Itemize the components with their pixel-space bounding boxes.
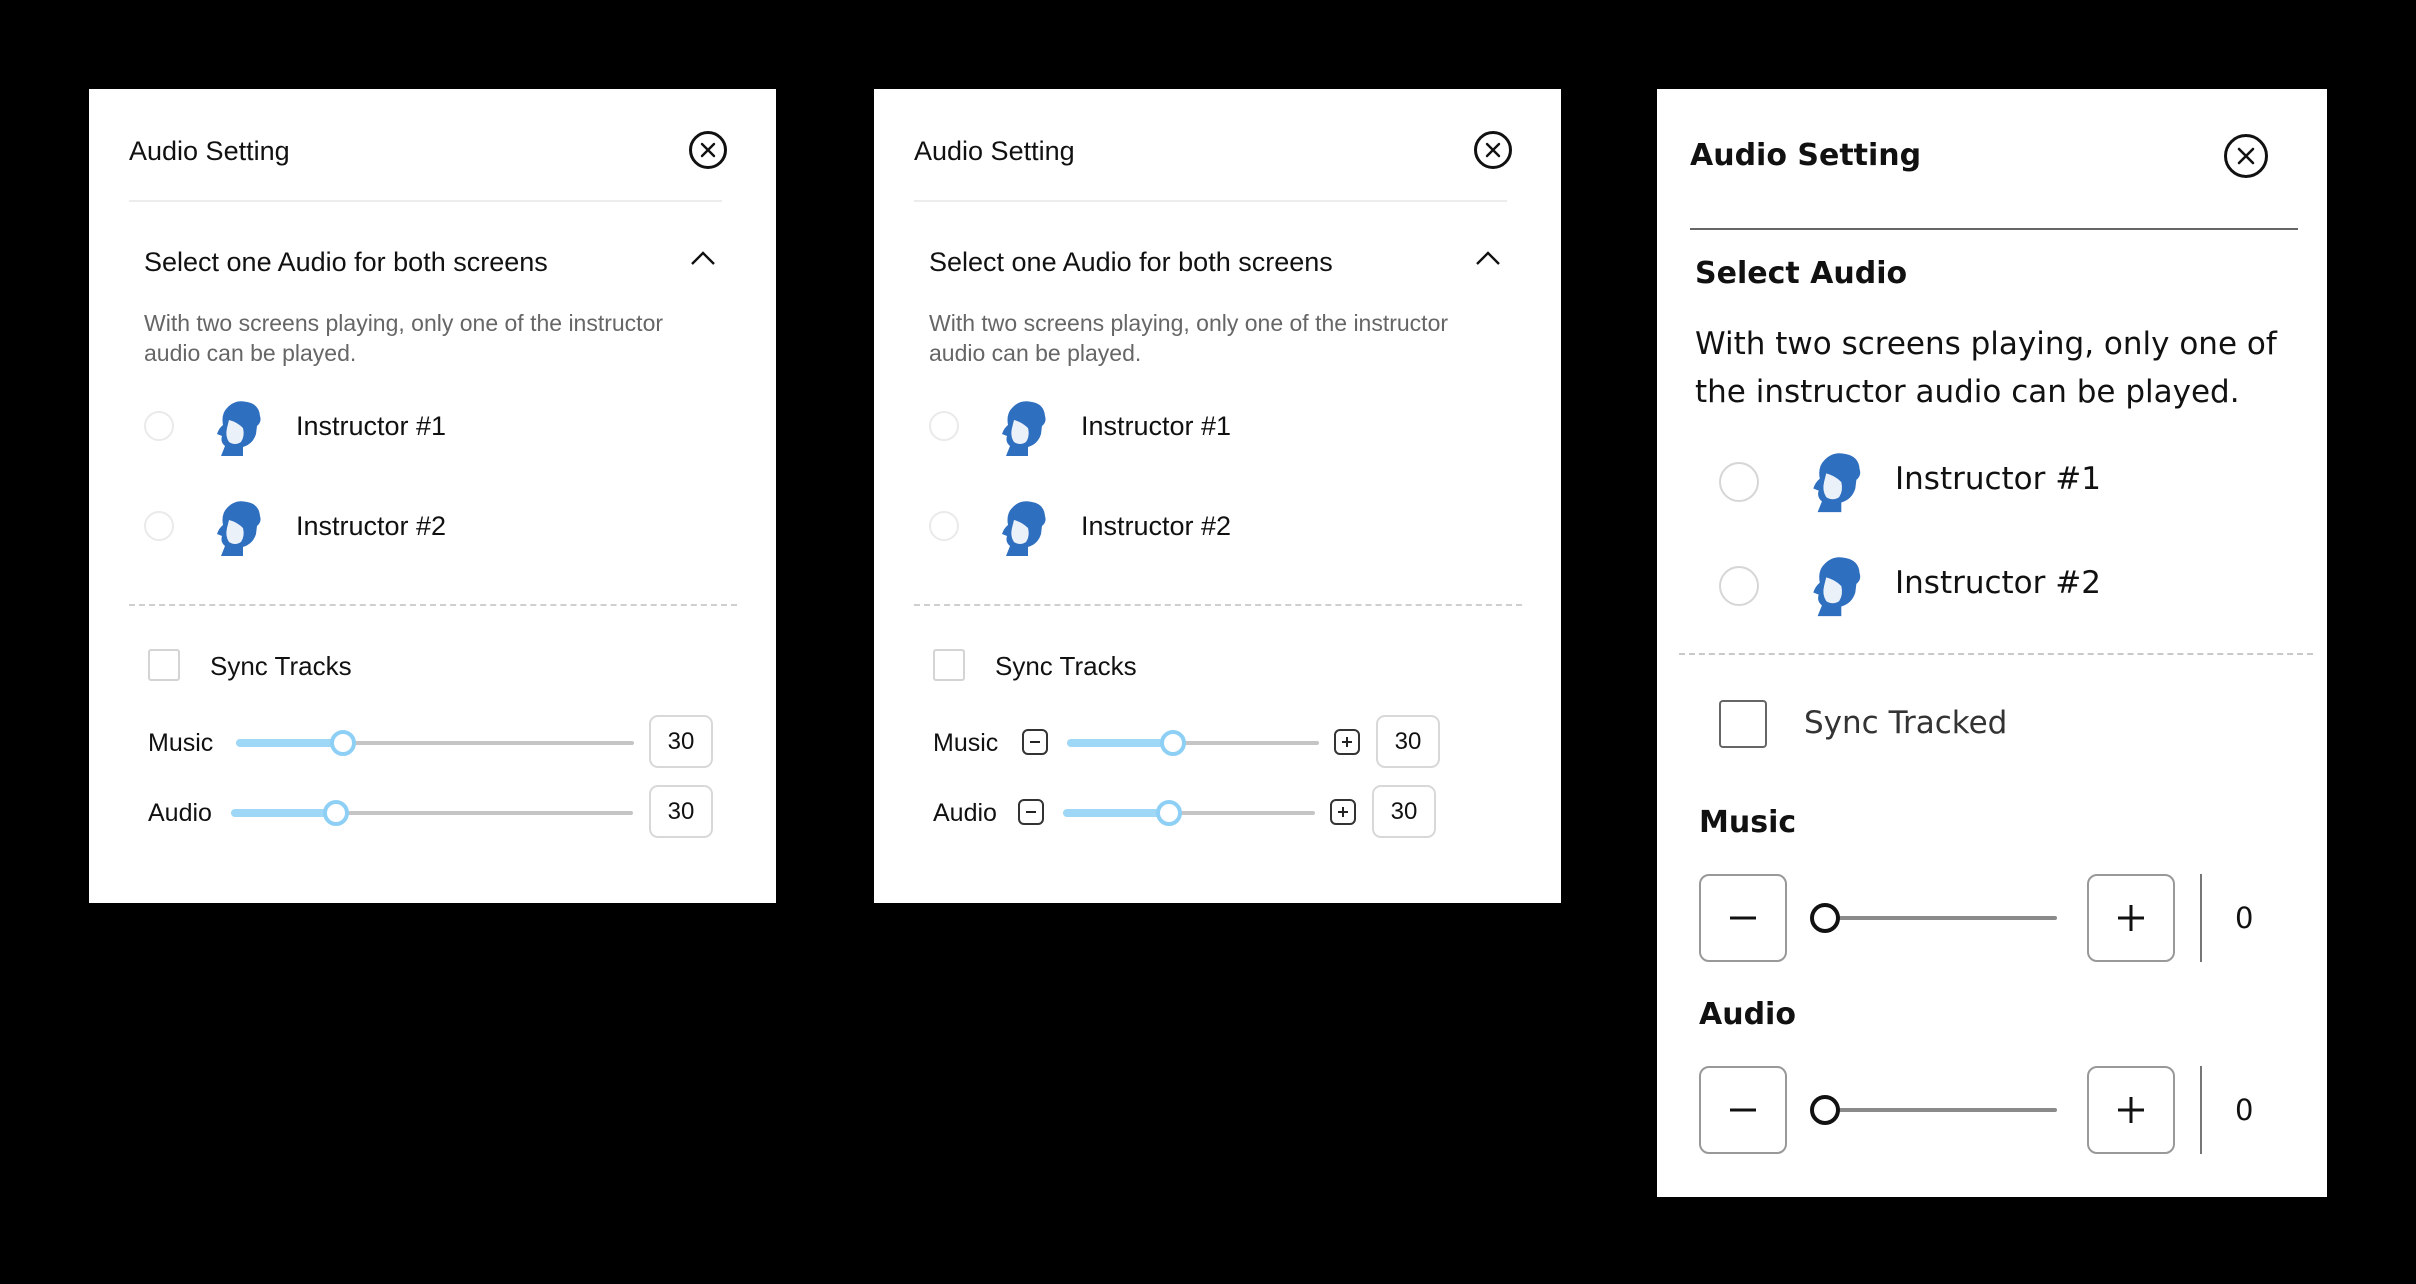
instructor-1-radio[interactable] — [144, 411, 174, 441]
audio-settings-panel-1: Audio Setting Select one Audio for both … — [89, 89, 776, 903]
instructor-2-label: Instructor #2 — [296, 511, 447, 541]
instructor-1-label: Instructor #1 — [1895, 461, 2101, 497]
slider-fill — [1067, 739, 1173, 747]
sync-tracks-checkbox[interactable] — [148, 649, 180, 681]
instructor-2-radio[interactable] — [144, 511, 174, 541]
plus-icon — [1342, 737, 1352, 747]
panel-title: Audio Setting — [1690, 138, 1922, 173]
section-description: With two screens playing, only one of th… — [1695, 326, 2277, 410]
section-description: With two screens playing, only one of th… — [929, 310, 1449, 366]
audio-slider[interactable] — [231, 800, 633, 826]
instructor-1-label: Instructor #1 — [296, 411, 447, 441]
audio-increase-button[interactable] — [1330, 799, 1356, 825]
header-divider — [1690, 228, 2298, 230]
music-slider[interactable] — [236, 730, 634, 756]
instructor-avatar — [217, 401, 261, 456]
sync-tracked-label: Sync Tracked — [1804, 705, 2008, 741]
instructor-avatar — [217, 501, 261, 556]
sync-tracks-checkbox[interactable] — [933, 649, 965, 681]
close-button[interactable] — [689, 131, 727, 169]
audio-value[interactable]: 30 — [649, 785, 713, 838]
minus-icon — [1030, 741, 1040, 743]
instructor-2-radio[interactable] — [929, 511, 959, 541]
audio-decrease-button[interactable] — [1018, 799, 1044, 825]
minus-icon — [1026, 811, 1036, 813]
music-increase-button[interactable] — [2087, 874, 2175, 962]
music-value: 0 — [2235, 901, 2254, 935]
sync-tracked-checkbox[interactable] — [1719, 700, 1767, 748]
plus-icon — [2118, 905, 2144, 931]
section-divider — [129, 604, 737, 606]
minus-icon — [1730, 1108, 1756, 1112]
audio-slider[interactable] — [1810, 1095, 2057, 1125]
plus-icon — [1338, 807, 1348, 817]
slider-thumb[interactable] — [322, 800, 349, 826]
music-increase-button[interactable] — [1334, 729, 1360, 755]
sync-tracks-label: Sync Tracks — [995, 651, 1137, 681]
panel-title: Audio Setting — [129, 136, 290, 166]
slider-thumb[interactable] — [1155, 800, 1182, 826]
music-label: Music — [1699, 805, 1797, 840]
instructor-1-label: Instructor #1 — [1081, 411, 1232, 441]
slider-fill — [231, 809, 336, 817]
header-divider — [914, 200, 1507, 202]
music-slider[interactable] — [1067, 730, 1319, 756]
instructor-avatar — [1813, 557, 1861, 617]
music-decrease-button[interactable] — [1022, 729, 1048, 755]
music-slider[interactable] — [1810, 903, 2057, 933]
close-icon — [2237, 147, 2255, 165]
slider-fill — [1063, 809, 1169, 817]
section-description: With two screens playing, only one of th… — [144, 310, 664, 366]
audio-settings-panel-2: Audio Setting Select one Audio for both … — [874, 89, 1561, 903]
music-label: Music — [148, 729, 214, 757]
audio-label: Audio — [933, 799, 997, 827]
minus-icon — [1730, 916, 1756, 920]
audio-increase-button[interactable] — [2087, 1066, 2175, 1154]
section-divider — [1679, 653, 2313, 655]
audio-label: Audio — [148, 799, 212, 827]
section-title: Select one Audio for both screens — [929, 247, 1333, 277]
chevron-up-icon[interactable] — [689, 249, 717, 267]
section-divider — [914, 604, 1522, 606]
section-title: Select one Audio for both screens — [144, 247, 548, 277]
slider-thumb[interactable] — [1159, 730, 1186, 756]
sync-tracks-label: Sync Tracks — [210, 651, 352, 681]
instructor-avatar — [1002, 401, 1046, 456]
chevron-up-icon[interactable] — [1474, 249, 1502, 267]
music-value[interactable]: 30 — [649, 715, 713, 768]
audio-slider[interactable] — [1063, 800, 1315, 826]
music-value[interactable]: 30 — [1376, 715, 1440, 768]
instructor-1-radio[interactable] — [929, 411, 959, 441]
slider-thumb[interactable] — [1810, 903, 1840, 933]
instructor-avatar — [1002, 501, 1046, 556]
audio-value[interactable]: 30 — [1372, 785, 1436, 838]
slider-thumb[interactable] — [330, 730, 357, 756]
instructor-1-radio[interactable] — [1719, 462, 1759, 502]
plus-icon — [2118, 1097, 2144, 1123]
instructor-avatar — [1813, 453, 1861, 513]
close-button[interactable] — [1474, 131, 1512, 169]
close-button[interactable] — [2224, 134, 2268, 178]
header-divider — [129, 200, 722, 202]
audio-label: Audio — [1699, 997, 1796, 1032]
slider-fill — [236, 739, 344, 747]
panel-title: Audio Setting — [914, 136, 1075, 166]
audio-decrease-button[interactable] — [1699, 1066, 1787, 1154]
section-title: Select Audio — [1695, 256, 1908, 291]
instructor-2-label: Instructor #2 — [1895, 565, 2101, 601]
instructor-2-radio[interactable] — [1719, 566, 1759, 606]
instructor-2-label: Instructor #2 — [1081, 511, 1232, 541]
audio-value: 0 — [2235, 1093, 2254, 1127]
value-divider — [2200, 1066, 2202, 1154]
music-label: Music — [933, 729, 999, 757]
close-icon — [700, 142, 716, 158]
music-decrease-button[interactable] — [1699, 874, 1787, 962]
value-divider — [2200, 874, 2202, 962]
slider-thumb[interactable] — [1810, 1095, 1840, 1125]
audio-settings-panel-3: Audio Setting Select Audio With two scre… — [1657, 89, 2327, 1197]
close-icon — [1485, 142, 1501, 158]
